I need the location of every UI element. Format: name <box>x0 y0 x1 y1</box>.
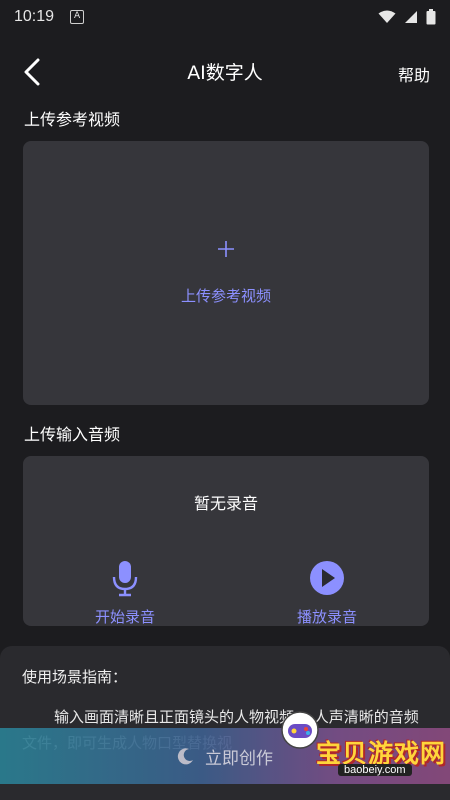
video-section-label: 上传参考视频 <box>24 110 121 129</box>
video-upload-area[interactable]: 上传参考视频 <box>23 141 429 405</box>
create-now-button[interactable]: 立即创作 <box>0 728 450 784</box>
play-recording-label: 播放录音 <box>296 608 357 626</box>
plus-icon <box>23 239 429 263</box>
play-icon <box>310 561 344 595</box>
guide-title: 使用场景指南： <box>22 668 128 686</box>
status-time: 10:19 <box>14 8 55 25</box>
start-recording-button[interactable]: 开始录音 <box>65 558 185 626</box>
page-title: AI数字人 <box>187 62 263 84</box>
no-recording-text: 暂无录音 <box>193 494 258 513</box>
play-recording-button[interactable]: 播放录音 <box>267 558 387 626</box>
battery-icon <box>426 9 436 25</box>
audio-panel: 暂无录音 开始录音 播放录音 <box>23 456 429 626</box>
microphone-icon <box>112 561 138 597</box>
create-now-label: 立即创作 <box>205 748 273 769</box>
notification-a-icon: A <box>70 10 85 24</box>
status-bar: 10:19 A <box>0 0 450 34</box>
moon-icon <box>177 748 193 765</box>
help-button[interactable]: 帮助 <box>398 62 430 86</box>
app-header: AI数字人 帮助 <box>0 44 450 100</box>
wifi-icon <box>378 10 396 23</box>
video-upload-text: 上传参考视频 <box>180 287 271 305</box>
signal-icon <box>405 11 417 23</box>
start-recording-label: 开始录音 <box>94 608 155 626</box>
audio-section-label: 上传输入音频 <box>24 425 121 444</box>
status-icons <box>378 9 436 25</box>
